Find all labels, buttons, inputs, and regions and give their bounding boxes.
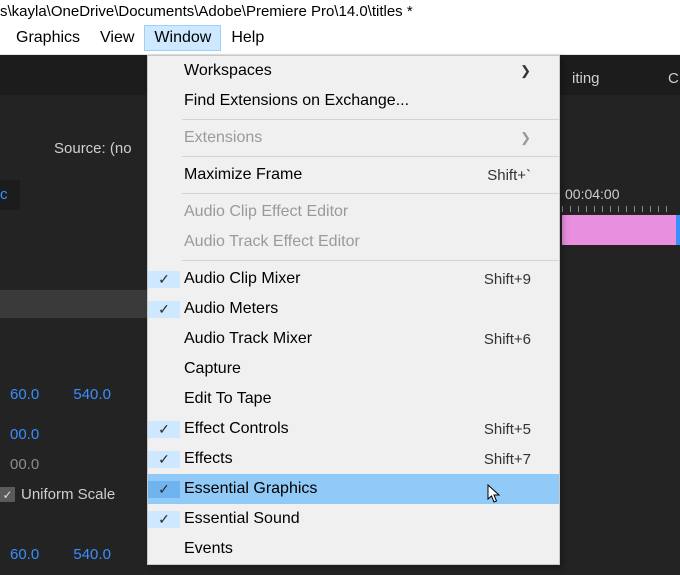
top-right-co-label: C: [668, 70, 679, 87]
menu-item-audio-meters[interactable]: ✓Audio Meters: [148, 294, 559, 324]
blue-tab[interactable]: c: [0, 180, 20, 210]
menu-item-label: Events: [180, 540, 545, 558]
menu-separator: [182, 260, 559, 261]
menu-item-label: Edit To Tape: [180, 390, 545, 408]
menu-item-label: Audio Track Effect Editor: [180, 233, 545, 251]
menu-item-maximize-frame[interactable]: Maximize FrameShift+`: [148, 160, 559, 190]
menu-item-audio-clip-effect-editor: Audio Clip Effect Editor: [148, 197, 559, 227]
source-panel-label: Source: (no: [54, 140, 132, 157]
checkmark-icon: ✓: [148, 511, 180, 528]
value-1b[interactable]: 540.0: [73, 386, 111, 403]
blue-tab-label: c: [0, 180, 20, 203]
menu-help[interactable]: Help: [221, 25, 274, 51]
value-4b[interactable]: 540.0: [73, 546, 111, 563]
value-2a[interactable]: 00.0: [10, 426, 39, 443]
checkmark-icon: ✓: [148, 421, 180, 438]
timeline-ruler: [562, 204, 680, 214]
menu-item-events[interactable]: Events: [148, 534, 559, 564]
menu-item-effect-controls[interactable]: ✓Effect ControlsShift+5: [148, 414, 559, 444]
uniform-scale-label: Uniform Scale: [21, 486, 115, 503]
window-path: s\kayla\OneDrive\Documents\Adobe\Premier…: [0, 0, 680, 22]
menu-item-effects[interactable]: ✓EffectsShift+7: [148, 444, 559, 474]
checkmark-icon: ✓: [148, 451, 180, 468]
menu-item-capture[interactable]: Capture: [148, 354, 559, 384]
menu-item-label: Workspaces: [180, 62, 520, 80]
top-right-label: iting: [572, 70, 600, 87]
menu-item-label: Audio Clip Mixer: [180, 270, 484, 288]
menu-item-label: Essential Sound: [180, 510, 545, 528]
value-4a[interactable]: 60.0: [10, 546, 39, 563]
menu-item-essential-sound[interactable]: ✓Essential Sound: [148, 504, 559, 534]
menu-view[interactable]: View: [90, 25, 144, 51]
menu-item-edit-to-tape[interactable]: Edit To Tape: [148, 384, 559, 414]
menu-item-shortcut: Shift+`: [487, 167, 531, 184]
menu-item-audio-track-mixer[interactable]: Audio Track MixerShift+6: [148, 324, 559, 354]
menu-graphics[interactable]: Graphics: [6, 25, 90, 51]
value-1a[interactable]: 60.0: [10, 386, 39, 403]
menu-item-shortcut: Shift+7: [484, 451, 531, 468]
value-row-1: 60.0 540.0: [0, 386, 111, 403]
menu-item-label: Audio Track Mixer: [180, 330, 484, 348]
menu-item-label: Extensions: [180, 129, 520, 147]
submenu-arrow-icon: ❯: [520, 130, 531, 146]
value-3a: 00.0: [10, 456, 39, 473]
menu-item-label: Maximize Frame: [180, 166, 487, 184]
submenu-arrow-icon: ❯: [520, 63, 531, 79]
menu-item-label: Capture: [180, 360, 545, 378]
menu-item-audio-track-effect-editor: Audio Track Effect Editor: [148, 227, 559, 257]
menu-item-label: Audio Meters: [180, 300, 545, 318]
menu-item-shortcut: Shift+9: [484, 271, 531, 288]
menu-bar: GraphicsViewWindowHelp: [0, 22, 680, 55]
timecode-label: 00:04:00: [565, 186, 620, 202]
value-row-3: 00.0: [0, 456, 39, 473]
checkmark-icon: ✓: [148, 271, 180, 288]
uniform-scale-checkbox[interactable]: ✓: [0, 487, 15, 502]
menu-separator: [182, 119, 559, 120]
menu-item-label: Essential Graphics: [180, 480, 545, 498]
checkmark-icon: ✓: [148, 481, 180, 498]
value-row-2: 00.0: [0, 426, 39, 443]
menu-window[interactable]: Window: [144, 25, 221, 51]
menu-item-label: Audio Clip Effect Editor: [180, 203, 545, 221]
menu-separator: [182, 193, 559, 194]
menu-item-essential-graphics[interactable]: ✓Essential Graphics: [148, 474, 559, 504]
menu-item-shortcut: Shift+6: [484, 331, 531, 348]
menu-item-shortcut: Shift+5: [484, 421, 531, 438]
timeline-clip[interactable]: [562, 215, 680, 245]
panel-strip: [0, 290, 147, 318]
menu-item-extensions: Extensions❯: [148, 123, 559, 153]
menu-item-label: Effects: [180, 450, 484, 468]
window-menu-dropdown: Workspaces❯Find Extensions on Exchange..…: [147, 55, 560, 565]
checkmark-icon: ✓: [148, 301, 180, 318]
menu-separator: [182, 156, 559, 157]
value-row-4: 60.0 540.0: [0, 546, 111, 563]
menu-item-workspaces[interactable]: Workspaces❯: [148, 56, 559, 86]
uniform-scale-row: ✓ Uniform Scale: [0, 486, 115, 503]
menu-item-label: Find Extensions on Exchange...: [180, 92, 545, 110]
menu-item-label: Effect Controls: [180, 420, 484, 438]
menu-item-audio-clip-mixer[interactable]: ✓Audio Clip MixerShift+9: [148, 264, 559, 294]
menu-item-find-extensions-on-exchange[interactable]: Find Extensions on Exchange...: [148, 86, 559, 116]
